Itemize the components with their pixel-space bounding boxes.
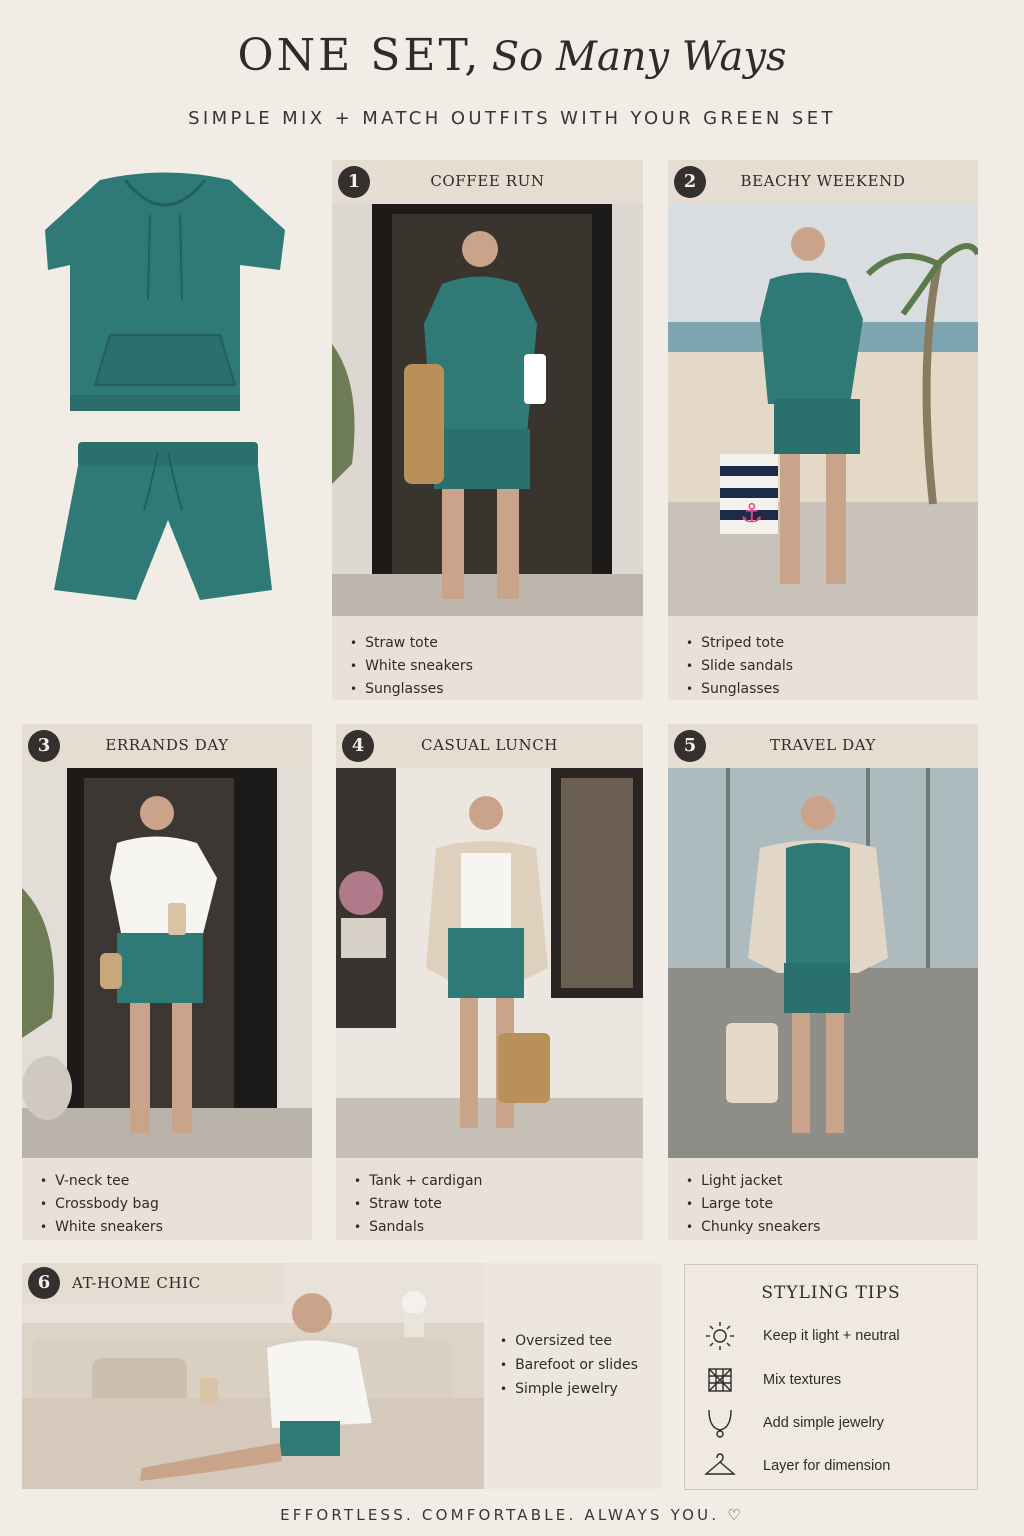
outfit-photo-travel-day bbox=[668, 768, 978, 1158]
svg-text:⚓: ⚓ bbox=[740, 499, 763, 529]
footer-tagline: EFFORTLESS. COMFORTABLE. ALWAYS YOU. ♡ bbox=[280, 1506, 744, 1524]
card-header: 1 COFFEE RUN bbox=[332, 160, 643, 204]
product-image-green-set bbox=[40, 170, 290, 630]
outfit-title: TRAVEL DAY bbox=[769, 736, 877, 754]
outfit-photo-beachy-weekend: ⚓ bbox=[668, 204, 978, 616]
tip-row: Layer for dimension bbox=[703, 1449, 973, 1483]
card-header: 2 BEACHY WEEKEND bbox=[668, 160, 978, 204]
outfit-items-list: Straw tote White sneakers Sunglasses bbox=[350, 632, 473, 701]
tip-row: Mix textures bbox=[703, 1363, 973, 1397]
outfit-item: Striped tote bbox=[686, 632, 793, 655]
outfit-title: ERRANDS DAY bbox=[105, 736, 229, 754]
page-subtitle: SIMPLE MIX + MATCH OUTFITS WITH YOUR GRE… bbox=[188, 108, 836, 129]
outfit-items-list: Tank + cardigan Straw tote Sandals bbox=[354, 1170, 482, 1239]
texture-grid-icon bbox=[703, 1363, 737, 1397]
necklace-icon bbox=[703, 1406, 737, 1440]
styling-tips-panel: STYLING TIPS Keep it light + neutral Mix… bbox=[684, 1264, 978, 1490]
outfit-items-list: Oversized tee Barefoot or slides Simple … bbox=[500, 1329, 638, 1401]
outfit-item: Straw tote bbox=[354, 1193, 482, 1216]
sun-icon bbox=[703, 1319, 737, 1353]
outfit-item: Chunky sneakers bbox=[686, 1216, 820, 1239]
outfit-item: Oversized tee bbox=[500, 1329, 638, 1353]
tip-label: Keep it light + neutral bbox=[763, 1328, 900, 1344]
outfit-item: Sunglasses bbox=[350, 678, 473, 701]
tip-label: Mix textures bbox=[763, 1372, 842, 1388]
outfit-title: CASUAL LUNCH bbox=[421, 736, 558, 754]
outfit-card-beachy-weekend: 2 BEACHY WEEKEND ⚓ Striped tote Slide sa… bbox=[668, 160, 978, 700]
outfit-photo-casual-lunch bbox=[336, 768, 643, 1158]
outfit-title: BEACHY WEEKEND bbox=[740, 172, 906, 190]
outfit-item: Sandals bbox=[354, 1216, 482, 1239]
outfit-title: COFFEE RUN bbox=[430, 172, 545, 190]
outfit-photo-errands-day bbox=[22, 768, 312, 1158]
outfit-photo-coffee-run bbox=[332, 204, 643, 616]
hanger-icon bbox=[703, 1449, 737, 1483]
outfit-number-badge: 6 bbox=[28, 1267, 60, 1299]
outfit-card-coffee-run: 1 COFFEE RUN Straw tote White sneakers S… bbox=[332, 160, 643, 700]
outfit-card-travel-day: 5 TRAVEL DAY Light jacket Large tote Chu… bbox=[668, 724, 978, 1240]
title-script: So Many Ways bbox=[491, 34, 787, 80]
outfit-item: Large tote bbox=[686, 1193, 820, 1216]
tip-label: Layer for dimension bbox=[763, 1458, 891, 1474]
outfit-items-list: Light jacket Large tote Chunky sneakers bbox=[686, 1170, 820, 1239]
outfit-items-list: V-neck tee Crossbody bag White sneakers bbox=[40, 1170, 163, 1239]
card-header: 3 ERRANDS DAY bbox=[22, 724, 312, 768]
outfit-title: AT-HOME CHIC bbox=[72, 1274, 201, 1292]
outfit-item: Straw tote bbox=[350, 632, 473, 655]
outfit-item: White sneakers bbox=[40, 1216, 163, 1239]
outfit-card-errands-day: 3 ERRANDS DAY V-neck tee Crossbody bag W… bbox=[22, 724, 312, 1240]
page-title: ONE SET, So Many Ways bbox=[0, 30, 1024, 81]
outfit-item: Light jacket bbox=[686, 1170, 820, 1193]
title-main: ONE SET, bbox=[237, 30, 482, 81]
styling-tips-title: STYLING TIPS bbox=[761, 1283, 901, 1303]
outfit-item: V-neck tee bbox=[40, 1170, 163, 1193]
outfit-item: Tank + cardigan bbox=[354, 1170, 482, 1193]
outfit-item: Barefoot or slides bbox=[500, 1353, 638, 1377]
tip-label: Add simple jewelry bbox=[763, 1415, 884, 1431]
outfit-item: Sunglasses bbox=[686, 678, 793, 701]
outfit-item: White sneakers bbox=[350, 655, 473, 678]
tip-row: Keep it light + neutral bbox=[703, 1319, 973, 1353]
outfit-card-at-home-chic: 6 AT-HOME CHIC Oversized tee Barefoot or… bbox=[22, 1263, 662, 1489]
card-header: 4 CASUAL LUNCH bbox=[336, 724, 643, 768]
card-header: 5 TRAVEL DAY bbox=[668, 724, 978, 768]
outfit-items-list: Striped tote Slide sandals Sunglasses bbox=[686, 632, 793, 701]
card-header: 6 AT-HOME CHIC bbox=[22, 1263, 284, 1303]
tip-row: Add simple jewelry bbox=[703, 1406, 973, 1440]
outfit-item: Slide sandals bbox=[686, 655, 793, 678]
outfit-item: Crossbody bag bbox=[40, 1193, 163, 1216]
outfit-item: Simple jewelry bbox=[500, 1377, 638, 1401]
outfit-card-casual-lunch: 4 CASUAL LUNCH Tank + cardigan Straw tot… bbox=[336, 724, 643, 1240]
